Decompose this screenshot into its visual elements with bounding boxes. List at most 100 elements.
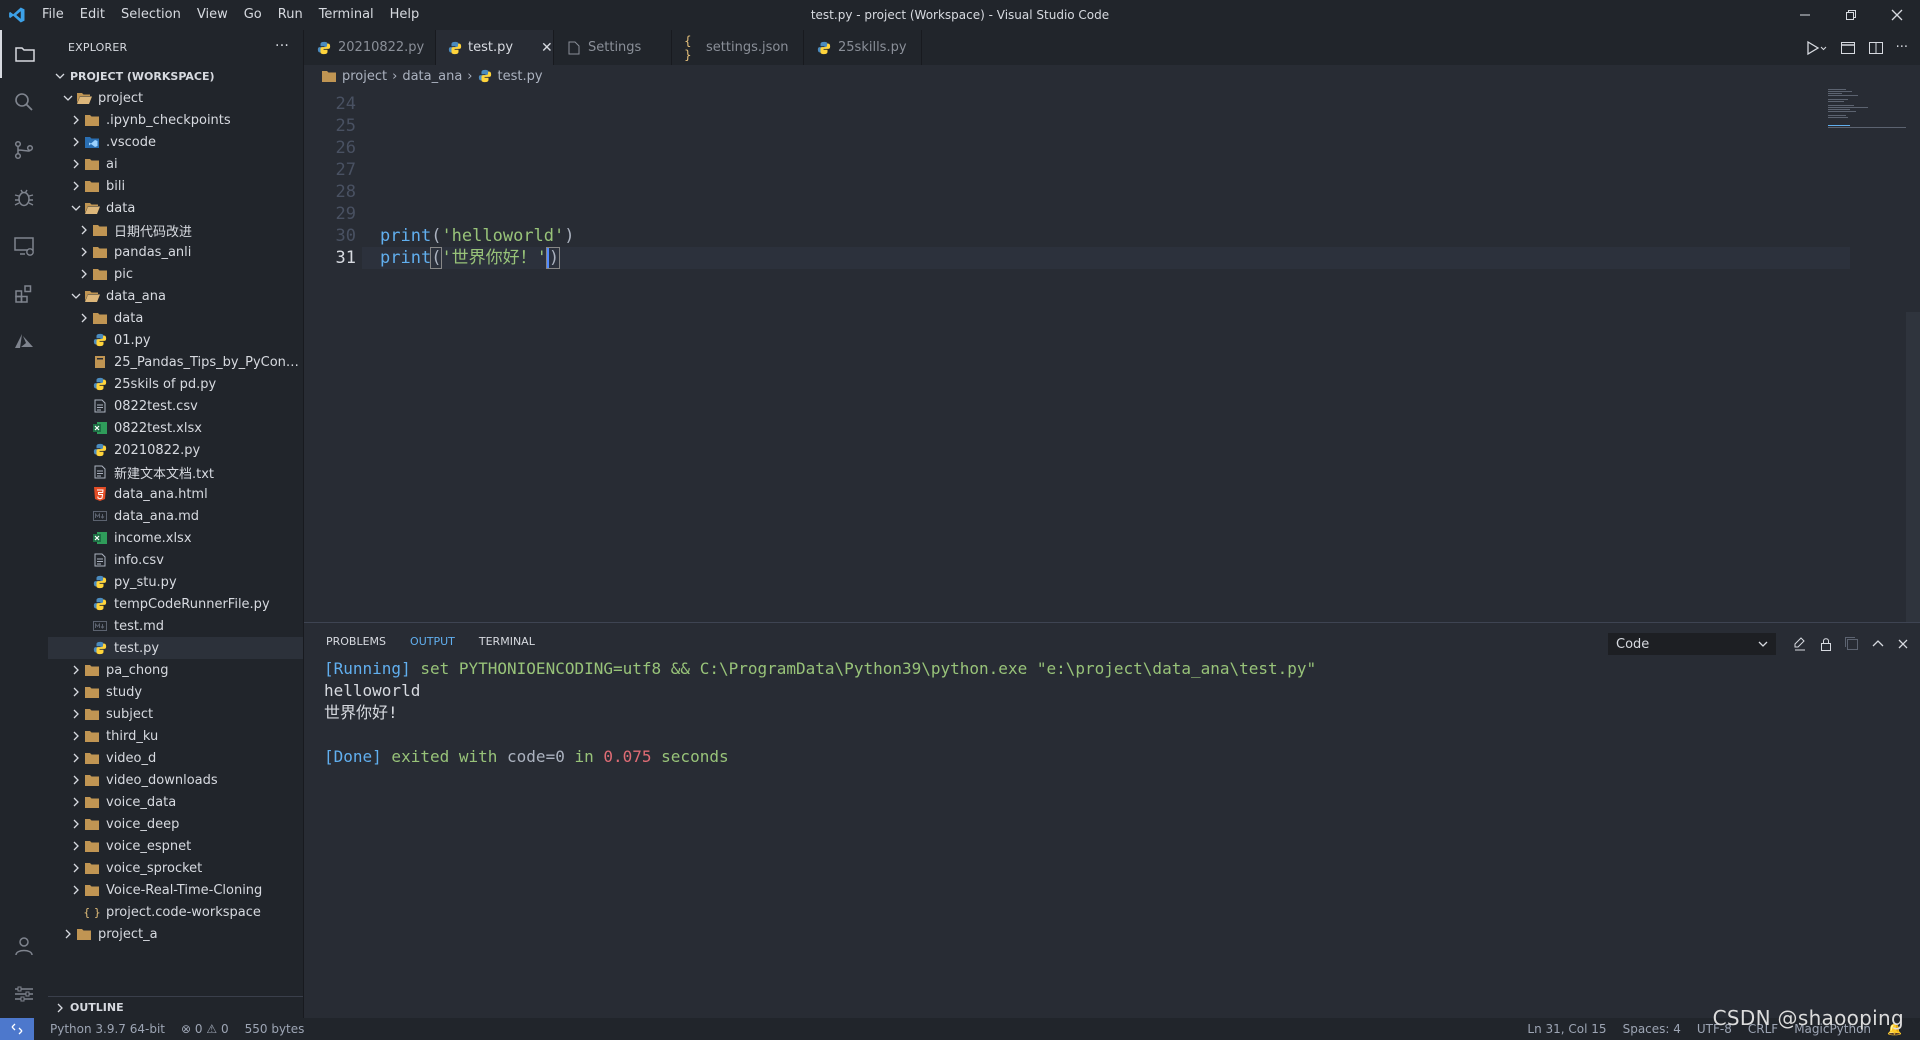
tree-file[interactable]: 25skils of pd.py xyxy=(48,373,303,395)
source-control-icon[interactable] xyxy=(0,126,48,174)
close-window-icon[interactable] xyxy=(1874,0,1920,30)
chevron-right-icon[interactable] xyxy=(68,791,84,813)
menu-help[interactable]: Help xyxy=(382,0,428,30)
tree-file[interactable]: income.xlsx xyxy=(48,527,303,549)
chevron-right-icon[interactable] xyxy=(68,131,84,153)
tree-file[interactable]: { } project.code-workspace xyxy=(48,901,303,923)
more-actions-icon[interactable]: ··· xyxy=(1896,40,1908,55)
manage-gear-icon[interactable] xyxy=(0,970,48,1018)
outline-section[interactable]: OUTLINE xyxy=(48,996,303,1018)
chevron-right-icon[interactable] xyxy=(76,263,92,285)
chevron-right-icon[interactable] xyxy=(68,747,84,769)
tree-folder[interactable]: voice_espnet xyxy=(48,835,303,857)
output-channel-select[interactable]: Code xyxy=(1608,633,1776,655)
chevron-down-icon[interactable] xyxy=(60,87,76,109)
chevron-down-icon[interactable] xyxy=(68,285,84,307)
breadcrumb-test-py[interactable]: test.py xyxy=(498,69,543,84)
chevron-right-icon[interactable] xyxy=(68,175,84,197)
more-actions-icon[interactable]: ··· xyxy=(275,38,289,54)
tree-file[interactable]: test.py xyxy=(48,637,303,659)
restore-icon[interactable] xyxy=(1828,0,1874,30)
menu-edit[interactable]: Edit xyxy=(72,0,113,30)
accounts-icon[interactable] xyxy=(0,922,48,970)
output-text[interactable]: [Running] set PYTHONIOENCODING=utf8 && C… xyxy=(324,658,1316,768)
maximize-panel-icon[interactable] xyxy=(1870,636,1886,652)
tree-folder[interactable]: voice_deep xyxy=(48,813,303,835)
tree-folder[interactable]: project_a xyxy=(48,923,303,945)
tree-folder[interactable]: voice_sprocket xyxy=(48,857,303,879)
tree-file[interactable]: py_stu.py xyxy=(48,571,303,593)
tab-settings-json[interactable]: { } settings.json xyxy=(672,30,804,65)
tree-file[interactable]: data_ana.html xyxy=(48,483,303,505)
tree-folder[interactable]: project xyxy=(48,87,303,109)
menu-selection[interactable]: Selection xyxy=(113,0,189,30)
tab-test-py[interactable]: test.py ✕ xyxy=(436,30,554,65)
azure-icon[interactable] xyxy=(0,318,48,366)
workspace-section[interactable]: PROJECT (WORKSPACE) xyxy=(48,65,303,87)
cursor-position[interactable]: Ln 31, Col 15 xyxy=(1527,1022,1606,1036)
chevron-right-icon[interactable] xyxy=(76,241,92,263)
chevron-right-icon[interactable] xyxy=(76,219,92,241)
tree-folder[interactable]: ai xyxy=(48,153,303,175)
tree-file[interactable]: info.csv xyxy=(48,549,303,571)
chevron-right-icon[interactable] xyxy=(76,307,92,329)
indentation[interactable]: Spaces: 4 xyxy=(1623,1022,1681,1036)
run-play-icon[interactable] xyxy=(1806,40,1828,56)
remote-indicator-icon[interactable] xyxy=(0,1018,34,1040)
tree-folder[interactable]: data_ana xyxy=(48,285,303,307)
tree-file[interactable]: data_ana.md xyxy=(48,505,303,527)
tab-25skills-py[interactable]: 25skills.py xyxy=(804,30,922,65)
tree-folder[interactable]: 日期代码改进 xyxy=(48,219,303,241)
chevron-right-icon[interactable] xyxy=(68,725,84,747)
chevron-right-icon[interactable] xyxy=(60,923,76,945)
tree-folder[interactable]: bili xyxy=(48,175,303,197)
tree-file[interactable]: 25_Pandas_Tips_by_PyCon_M... xyxy=(48,351,303,373)
chevron-right-icon[interactable] xyxy=(68,769,84,791)
tree-file[interactable]: 01.py xyxy=(48,329,303,351)
toggle-panel-icon[interactable] xyxy=(1840,40,1856,56)
chevron-down-icon[interactable] xyxy=(68,197,84,219)
tree-folder[interactable]: video_d xyxy=(48,747,303,769)
menu-file[interactable]: File xyxy=(34,0,72,30)
clear-output-icon[interactable] xyxy=(1792,636,1808,652)
breadcrumb-data-ana[interactable]: data_ana xyxy=(402,69,462,84)
tree-folder[interactable]: .vscode xyxy=(48,131,303,153)
code-editor[interactable]: 24 25 26 27 28 29 30 31 print('helloworl… xyxy=(304,87,1920,622)
tab-settings[interactable]: Settings xyxy=(554,30,672,65)
extensions-icon[interactable] xyxy=(0,270,48,318)
close-panel-icon[interactable] xyxy=(1896,637,1910,651)
chevron-right-icon[interactable] xyxy=(68,659,84,681)
tree-file[interactable]: 0822test.xlsx xyxy=(48,417,303,439)
tab-problems[interactable]: PROBLEMS xyxy=(326,635,386,652)
close-tab-icon[interactable]: ✕ xyxy=(541,40,553,56)
search-icon[interactable] xyxy=(0,78,48,126)
tree-file[interactable]: test.md xyxy=(48,615,303,637)
tab-20210822-py[interactable]: 20210822.py xyxy=(304,30,436,65)
tree-folder[interactable]: Voice-Real-Time-Cloning xyxy=(48,879,303,901)
tree-file[interactable]: 0822test.csv xyxy=(48,395,303,417)
code-line-30[interactable]: print('helloworld') xyxy=(380,225,575,247)
chevron-right-icon[interactable] xyxy=(68,153,84,175)
tab-output[interactable]: OUTPUT xyxy=(410,635,455,652)
chevron-right-icon[interactable] xyxy=(68,879,84,901)
tree-folder[interactable]: study xyxy=(48,681,303,703)
tree-folder[interactable]: pa_chong xyxy=(48,659,303,681)
debug-icon[interactable] xyxy=(0,174,48,222)
tree-file[interactable]: tempCodeRunnerFile.py xyxy=(48,593,303,615)
tree-folder[interactable]: pic xyxy=(48,263,303,285)
chevron-right-icon[interactable] xyxy=(68,703,84,725)
tree-folder[interactable]: video_downloads xyxy=(48,769,303,791)
tree-folder[interactable]: data xyxy=(48,307,303,329)
menu-view[interactable]: View xyxy=(189,0,236,30)
python-interpreter[interactable]: Python 3.9.7 64-bit xyxy=(50,1022,165,1036)
code-line-31[interactable]: print('世界你好！') xyxy=(380,247,561,269)
chevron-right-icon[interactable] xyxy=(68,109,84,131)
breadcrumb-project[interactable]: project xyxy=(342,69,387,84)
lock-icon[interactable] xyxy=(1818,636,1834,652)
problems-summary[interactable]: ⊗ 0 ⚠ 0 xyxy=(181,1022,229,1036)
tree-file[interactable]: 新建文本文档.txt xyxy=(48,461,303,483)
split-editor-icon[interactable] xyxy=(1868,40,1884,56)
tree-folder[interactable]: third_ku xyxy=(48,725,303,747)
tree-folder[interactable]: pandas_anli xyxy=(48,241,303,263)
tree-folder[interactable]: subject xyxy=(48,703,303,725)
